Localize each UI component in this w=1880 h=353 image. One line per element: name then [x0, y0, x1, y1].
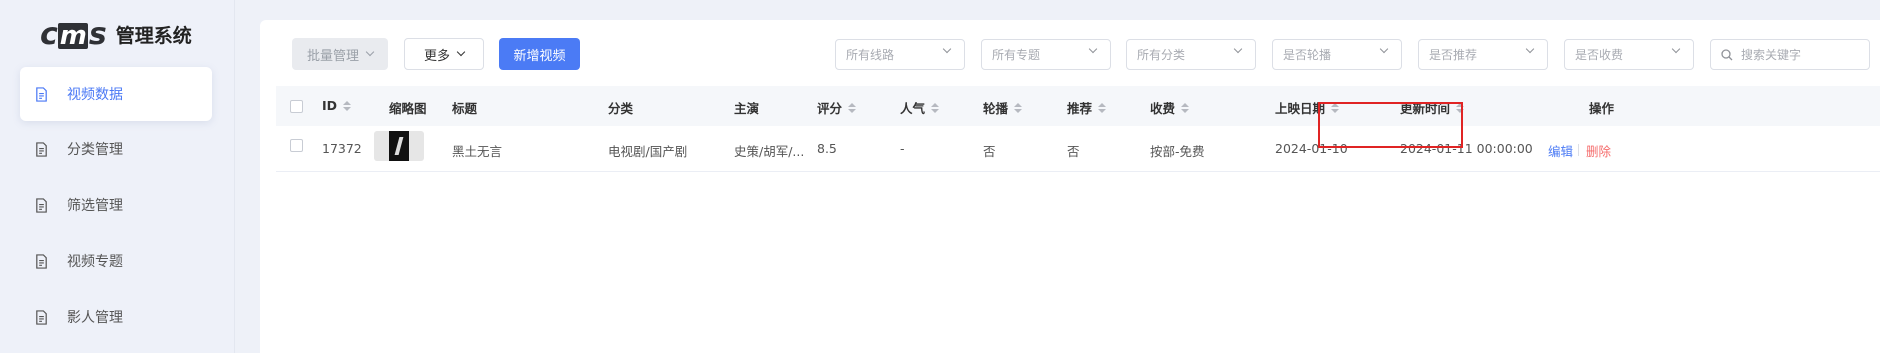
- sidebar-item-video-data[interactable]: 视频数据: [20, 67, 212, 121]
- logo-mark: cms: [40, 16, 107, 52]
- search-placeholder: 搜索关键字: [1741, 48, 1802, 62]
- col-id[interactable]: ID: [322, 98, 352, 113]
- search-input[interactable]: 搜索关键字: [1710, 39, 1870, 70]
- cell-recommend: 否: [1067, 144, 1080, 159]
- cell-id: 17372: [322, 141, 362, 156]
- sidebar-item-label: 视频数据: [67, 87, 123, 103]
- line-select-value: 所有线路: [846, 48, 895, 62]
- delete-link[interactable]: 删除: [1586, 141, 1611, 160]
- chevron-down-icon: [456, 47, 466, 57]
- cell-carousel: 否: [983, 144, 996, 159]
- chevron-down-icon: [1233, 44, 1243, 54]
- thumbnail-image: [374, 131, 424, 161]
- col-updated-time[interactable]: 更新时间: [1400, 98, 1465, 117]
- chevron-down-icon: [1379, 44, 1389, 54]
- add-video-label: 新增视频: [513, 48, 566, 64]
- document-icon: [36, 86, 47, 102]
- cell-updated-time: 2024-01-11 00:00:00: [1400, 141, 1533, 156]
- sort-icon: [1456, 102, 1465, 113]
- sidebar: cms 管理系统 视频数据 分类管理 筛选管理 视频专题 影人管理: [0, 0, 235, 353]
- table-header: ID 缩略图 标题 分类 主演 评分 人气 轮播 推荐 收费 上映日期 更新时间…: [276, 86, 1880, 126]
- sidebar-item-people[interactable]: 影人管理: [20, 290, 212, 344]
- search-icon: [1721, 49, 1733, 61]
- col-release-date[interactable]: 上映日期: [1275, 98, 1340, 117]
- more-label: 更多: [423, 48, 450, 64]
- chevron-down-icon: [1525, 44, 1535, 54]
- logo: cms 管理系统: [40, 16, 192, 52]
- cell-cast: 史策/胡军/...: [734, 144, 805, 159]
- sort-icon: [931, 102, 940, 113]
- document-icon: [36, 253, 47, 269]
- cell-score: 8.5: [817, 141, 837, 156]
- sort-icon: [1014, 102, 1023, 113]
- paid-select-value: 是否收费: [1575, 48, 1624, 62]
- col-score[interactable]: 评分: [817, 98, 857, 117]
- chevron-down-icon: [1671, 44, 1681, 54]
- batch-manage-button[interactable]: 批量管理: [292, 38, 388, 70]
- paid-select[interactable]: 是否收费: [1564, 39, 1694, 70]
- document-icon: [36, 197, 47, 213]
- line-select[interactable]: 所有线路: [835, 39, 965, 70]
- sort-icon: [1181, 102, 1190, 113]
- row-checkbox[interactable]: [290, 139, 303, 152]
- topic-select[interactable]: 所有专题: [981, 39, 1111, 70]
- sidebar-item-filter[interactable]: 筛选管理: [20, 178, 212, 232]
- col-thumb: 缩略图: [389, 101, 427, 116]
- category-select-value: 所有分类: [1137, 48, 1186, 62]
- sort-icon: [343, 100, 352, 111]
- sidebar-item-topic[interactable]: 视频专题: [20, 234, 212, 288]
- chevron-down-icon: [1088, 44, 1098, 54]
- category-select[interactable]: 所有分类: [1126, 39, 1256, 70]
- chevron-down-icon: [365, 47, 375, 57]
- cell-title: 黑土无言: [452, 144, 503, 159]
- more-button[interactable]: 更多: [404, 38, 484, 70]
- sort-icon: [1331, 102, 1340, 113]
- sidebar-item-label: 筛选管理: [67, 198, 123, 214]
- edit-link[interactable]: 编辑: [1548, 141, 1573, 160]
- app-title: 管理系统: [115, 24, 192, 47]
- sidebar-item-label: 影人管理: [67, 310, 123, 326]
- chevron-down-icon: [942, 44, 952, 54]
- col-carousel[interactable]: 轮播: [983, 98, 1023, 117]
- topic-select-value: 所有专题: [992, 48, 1041, 62]
- col-title: 标题: [452, 101, 478, 116]
- batch-manage-label: 批量管理: [306, 48, 359, 64]
- cell-category: 电视剧/国产剧: [608, 144, 688, 159]
- sort-icon: [848, 102, 857, 113]
- select-all-checkbox[interactable]: [290, 100, 303, 113]
- col-paid[interactable]: 收费: [1150, 98, 1190, 117]
- sort-icon: [1098, 102, 1107, 113]
- cell-paid: 按部-免费: [1150, 144, 1205, 159]
- carousel-select[interactable]: 是否轮播: [1272, 39, 1402, 70]
- col-recommend[interactable]: 推荐: [1067, 98, 1107, 117]
- cell-popularity: -: [900, 141, 905, 156]
- document-icon: [36, 309, 47, 325]
- recommend-select[interactable]: 是否推荐: [1418, 39, 1548, 70]
- table-row: 17372 黑土无言 电视剧/国产剧 史策/胡军/... 8.5 - 否 否 按…: [276, 126, 1880, 172]
- carousel-select-value: 是否轮播: [1283, 48, 1332, 62]
- document-icon: [36, 141, 47, 157]
- action-divider: [1578, 144, 1579, 156]
- cell-release-date: 2024-01-10: [1275, 141, 1348, 156]
- col-popularity[interactable]: 人气: [900, 98, 940, 117]
- poster-image: [389, 131, 409, 161]
- col-actions: 操作: [1589, 101, 1615, 116]
- recommend-select-value: 是否推荐: [1429, 48, 1478, 62]
- col-category: 分类: [608, 101, 634, 116]
- main-card: 批量管理 更多 新增视频 所有线路 所有专题 所有分类 是否轮播 是否推荐 是否…: [260, 20, 1880, 353]
- add-video-button[interactable]: 新增视频: [499, 38, 580, 70]
- col-cast: 主演: [734, 101, 760, 116]
- sidebar-item-category[interactable]: 分类管理: [20, 122, 212, 176]
- sidebar-item-label: 分类管理: [67, 142, 123, 158]
- sidebar-item-label: 视频专题: [67, 254, 123, 270]
